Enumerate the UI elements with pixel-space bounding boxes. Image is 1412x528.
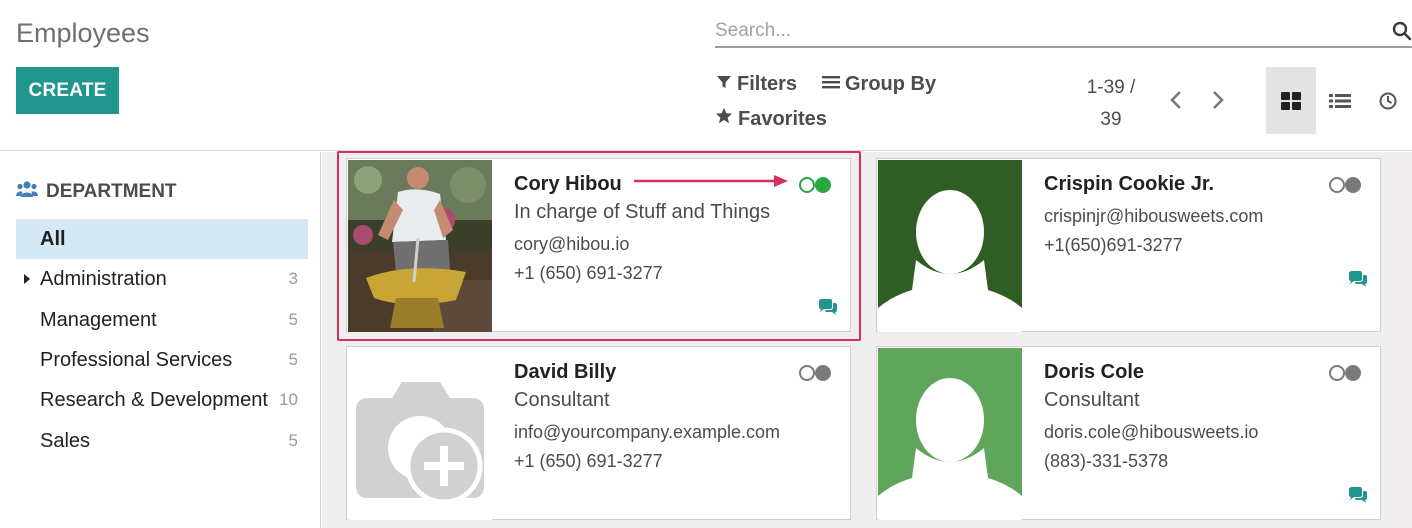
group-by-button[interactable]: Group By — [822, 73, 936, 96]
employee-card[interactable]: Doris Cole Consultant doris.cole@hibousw… — [876, 346, 1381, 520]
department-item-label: Sales — [40, 429, 91, 452]
filters-label: Filters — [737, 73, 798, 95]
employee-phone: +1(650)691-3277 — [1044, 235, 1183, 255]
department-item-count: 5 — [288, 350, 298, 369]
activity-view-button[interactable] — [1363, 67, 1412, 134]
employee-job-title: Consultant — [514, 389, 610, 411]
department-item-research-development[interactable]: Research & Development 10 — [16, 380, 308, 420]
employee-name: Crispin Cookie Jr. — [1044, 173, 1215, 195]
search-input[interactable] — [715, 18, 1355, 44]
create-button[interactable]: CREATE — [16, 67, 119, 114]
page-title: Employees — [16, 18, 150, 48]
department-item-label: Professional Services — [40, 348, 233, 371]
bars-icon — [822, 73, 840, 96]
employee-phone: +1 (650) 691-3277 — [514, 451, 663, 471]
kanban-view-button[interactable] — [1266, 67, 1316, 134]
star-icon — [715, 107, 733, 131]
control-panel: Employees CREATE Filters Group By Favori… — [0, 0, 1412, 151]
employee-email[interactable]: info@yourcompany.example.com — [514, 422, 780, 443]
department-item-professional-services[interactable]: Professional Services 5 — [16, 340, 308, 380]
department-item-count: 5 — [288, 431, 298, 450]
employee-phone: (883)-331-5378 — [1044, 451, 1169, 471]
department-item-count: 3 — [288, 269, 298, 288]
filter-icon — [716, 73, 732, 96]
search-icon[interactable] — [1392, 21, 1412, 46]
department-item-label: All — [40, 227, 66, 250]
camera-add-icon — [348, 348, 492, 520]
presence-toggle-icon — [798, 364, 832, 382]
employee-email[interactable]: doris.cole@hibousweets.io — [1044, 422, 1258, 443]
department-heading-label: DEPARTMENT — [46, 181, 177, 202]
group-by-label: Group By — [845, 73, 937, 95]
employee-email[interactable]: crispinjr@hibousweets.com — [1044, 206, 1263, 227]
department-item-label: Administration — [40, 267, 167, 290]
pager-total: 39 — [1100, 109, 1122, 130]
pager-value[interactable]: 1-39 / 39 — [1078, 72, 1144, 136]
list-icon — [1329, 93, 1351, 108]
department-item-management[interactable]: Management 5 — [16, 300, 308, 340]
department-panel: DEPARTMENT All Administration 3 Manageme… — [0, 152, 321, 528]
users-icon — [16, 180, 38, 204]
search-bar — [715, 18, 1412, 48]
employee-card[interactable]: David Billy Consultant info@yourcompany.… — [346, 346, 851, 520]
department-heading: DEPARTMENT — [16, 180, 177, 204]
chevron-left-icon[interactable] — [1166, 89, 1186, 111]
department-item-all[interactable]: All — [16, 219, 308, 259]
employee-name: Doris Cole — [1044, 361, 1145, 383]
chat-icon[interactable] — [1348, 271, 1368, 292]
department-item-label: Management — [40, 308, 157, 331]
department-item-sales[interactable]: Sales 5 — [16, 421, 308, 461]
employee-card[interactable]: Crispin Cookie Jr. crispinjr@hibousweets… — [876, 158, 1381, 332]
avatar-placeholder — [878, 160, 1022, 332]
department-item-label: Research & Development — [40, 388, 268, 411]
pager-range: 1-39 / — [1086, 77, 1136, 98]
annotation-arrow-icon — [634, 173, 790, 194]
presence-toggle-icon — [1328, 176, 1362, 194]
chat-icon[interactable] — [1348, 487, 1368, 508]
chevron-right-icon[interactable] — [1208, 89, 1228, 111]
clock-icon — [1379, 92, 1397, 109]
employee-job-title: Consultant — [1044, 389, 1140, 411]
avatar-placeholder — [878, 348, 1022, 520]
caret-right-icon[interactable] — [24, 274, 30, 284]
employee-name: David Billy — [514, 361, 617, 383]
kanban-icon — [1281, 91, 1301, 110]
favorites-label: Favorites — [738, 107, 827, 130]
favorites-button[interactable]: Favorites — [715, 107, 827, 131]
filters-button[interactable]: Filters — [716, 73, 797, 96]
department-item-count: 5 — [288, 310, 298, 329]
list-view-button[interactable] — [1315, 67, 1365, 134]
presence-toggle-icon — [1328, 364, 1362, 382]
department-item-administration[interactable]: Administration 3 — [16, 259, 308, 299]
department-item-count: 10 — [279, 390, 298, 409]
